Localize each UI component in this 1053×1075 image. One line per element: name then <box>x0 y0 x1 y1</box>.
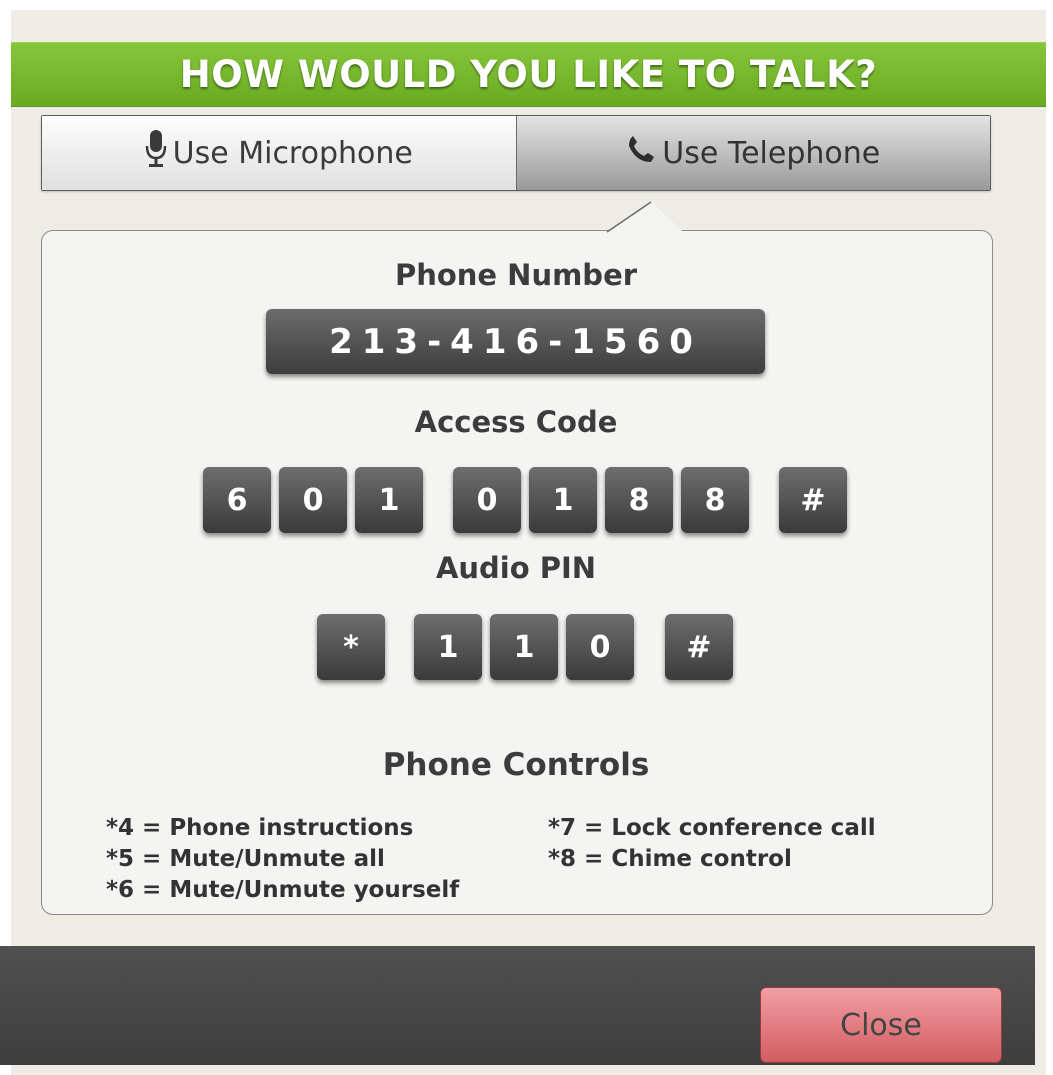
dialog-title: HOW WOULD YOU LIKE TO TALK? <box>179 53 878 96</box>
phone-control-item: *6 = Mute/Unmute yourself <box>106 877 460 903</box>
audio-pin-star-key: * <box>317 614 385 680</box>
close-button[interactable]: Close <box>760 987 1002 1063</box>
phone-number-label: Phone Number <box>394 258 638 292</box>
access-code-key: 8 <box>681 467 749 533</box>
phone-controls-label: Phone Controls <box>382 747 650 783</box>
access-code-key: 0 <box>453 467 521 533</box>
telephone-icon <box>626 134 662 172</box>
talk-mode-tabs: Use Microphone Use Telephone <box>41 115 991 191</box>
phone-control-item: *8 = Chime control <box>548 846 792 872</box>
tab-use-microphone-label: Use Microphone <box>172 135 413 171</box>
tab-use-telephone-label: Use Telephone <box>662 135 881 171</box>
access-code-hash-key: # <box>779 467 847 533</box>
access-code-key: 0 <box>279 467 347 533</box>
tab-use-microphone[interactable]: Use Microphone <box>42 116 517 190</box>
tab-pointer-notch <box>605 201 685 234</box>
access-code-key: 1 <box>529 467 597 533</box>
audio-pin-key: 0 <box>566 614 634 680</box>
microphone-icon <box>145 129 173 177</box>
audio-pin-key: 1 <box>490 614 558 680</box>
audio-pin-key: 1 <box>414 614 482 680</box>
phone-control-item: *5 = Mute/Unmute all <box>106 846 385 872</box>
dialog-header: HOW WOULD YOU LIKE TO TALK? <box>11 42 1046 107</box>
phone-number-display: 213-416-1560 <box>266 309 765 374</box>
tab-use-telephone[interactable]: Use Telephone <box>516 116 990 190</box>
phone-control-item: *4 = Phone instructions <box>106 815 414 841</box>
access-code-key: 8 <box>605 467 673 533</box>
access-code-key: 6 <box>203 467 271 533</box>
phone-control-item: *7 = Lock conference call <box>548 815 876 841</box>
access-code-label: Access Code <box>414 405 618 439</box>
audio-pin-hash-key: # <box>665 614 733 680</box>
audio-pin-label: Audio PIN <box>435 551 597 585</box>
access-code-key: 1 <box>355 467 423 533</box>
